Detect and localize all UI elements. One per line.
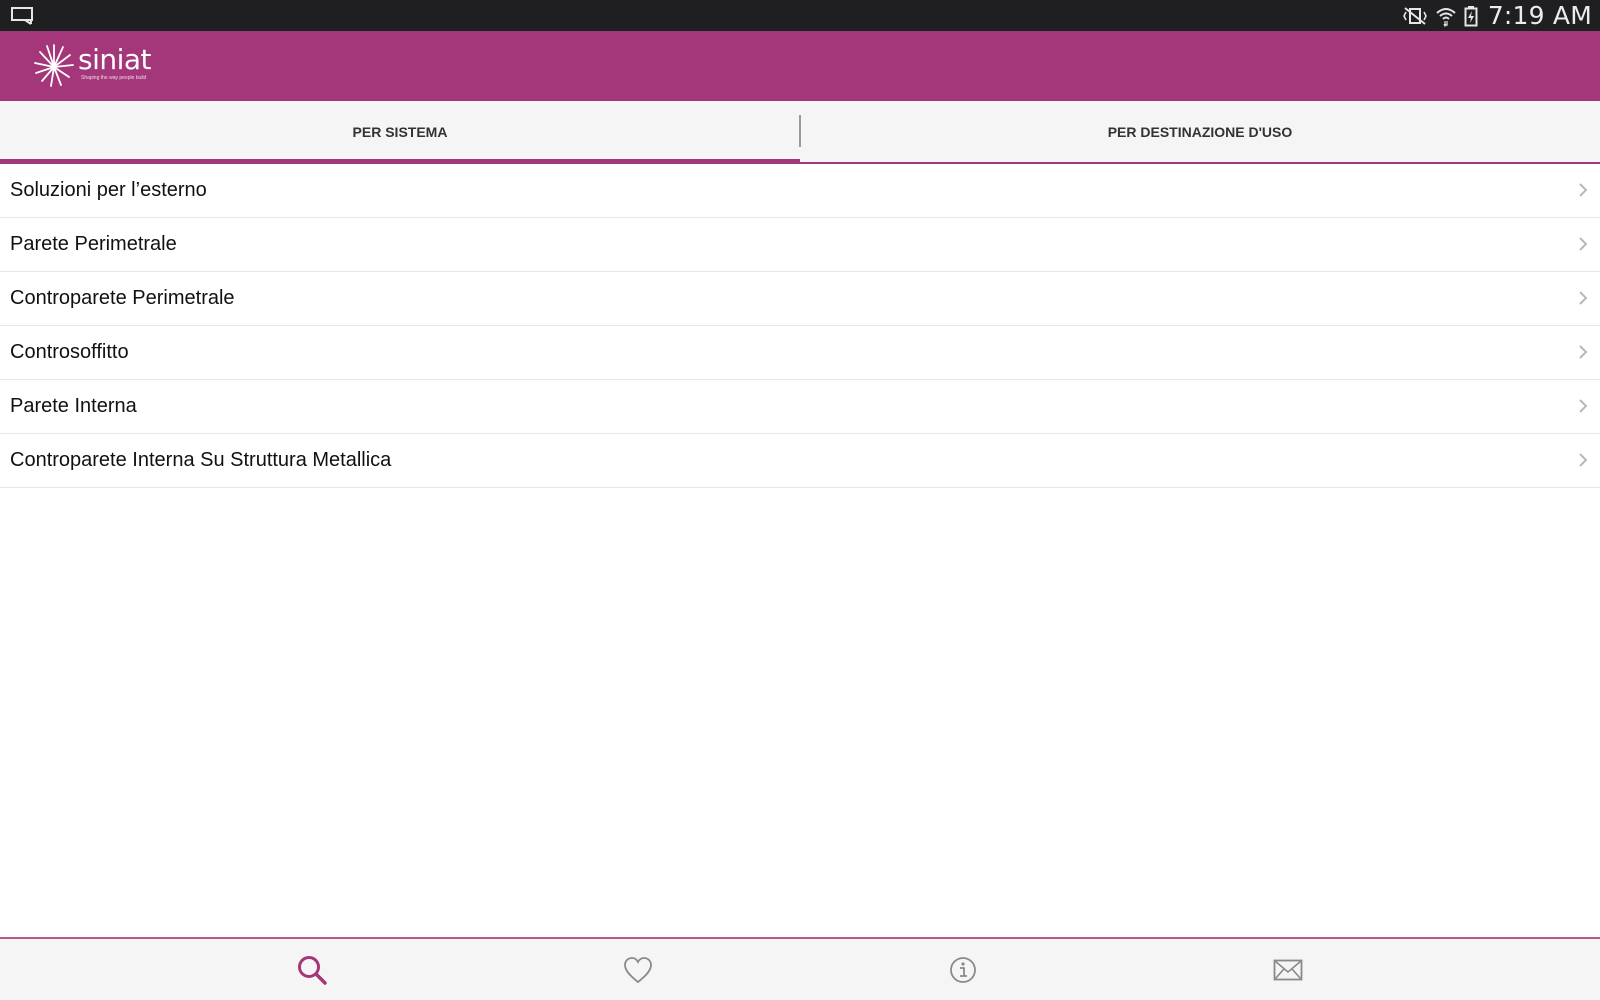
chevron-right-icon bbox=[1579, 183, 1588, 197]
list-item[interactable]: Controsoffitto bbox=[0, 326, 1600, 380]
bottom-nav bbox=[0, 937, 1600, 1000]
tab-per-sistema[interactable]: PER SISTEMA bbox=[0, 101, 800, 162]
chevron-right-icon bbox=[1579, 399, 1588, 413]
list-item-label: Parete Interna bbox=[10, 395, 137, 417]
logo-word: siniat bbox=[78, 43, 152, 76]
tab-per-destinazione-uso[interactable]: PER DESTINAZIONE D'USO bbox=[800, 101, 1600, 162]
tab-bar: PER SISTEMA PER DESTINAZIONE D'USO bbox=[0, 101, 1600, 164]
status-bar: 7:19 AM bbox=[0, 0, 1600, 31]
nav-favorites-button[interactable] bbox=[598, 939, 678, 1000]
battery-charging-icon bbox=[1464, 5, 1478, 26]
chevron-right-icon bbox=[1579, 291, 1588, 305]
list-item-label: Soluzioni per l’esterno bbox=[10, 179, 207, 201]
wifi-icon bbox=[1436, 7, 1456, 27]
logo-tagline: Shaping the way people build bbox=[81, 75, 147, 81]
tab-label: PER DESTINAZIONE D'USO bbox=[1107, 123, 1293, 140]
status-icons: 7:19 AM bbox=[1402, 0, 1592, 31]
list-item[interactable]: Soluzioni per l’esterno bbox=[0, 164, 1600, 218]
chevron-right-icon bbox=[1579, 345, 1588, 359]
nav-mail-button[interactable] bbox=[1248, 939, 1328, 1000]
list-item-label: Controsoffitto bbox=[10, 341, 129, 363]
tab-label: PER SISTEMA bbox=[352, 123, 448, 140]
list-item[interactable]: Controparete Interna Su Struttura Metall… bbox=[0, 434, 1600, 488]
status-time: 7:19 AM bbox=[1487, 1, 1592, 30]
screen: 7:19 AM siniat Shaping the way people bu… bbox=[0, 0, 1600, 1000]
chevron-right-icon bbox=[1579, 237, 1588, 251]
vibrate-off-icon bbox=[1402, 6, 1427, 25]
list-item-label: Controparete Interna Su Struttura Metall… bbox=[10, 449, 392, 471]
category-list: Soluzioni per l’esterno Parete Perimetra… bbox=[0, 164, 1600, 488]
heart-icon bbox=[624, 956, 652, 983]
screen-mirror-icon bbox=[11, 7, 33, 25]
chevron-right-icon bbox=[1579, 453, 1588, 467]
list-item-label: Parete Perimetrale bbox=[10, 233, 177, 255]
logo-burst-icon bbox=[34, 44, 74, 87]
app-bar: siniat Shaping the way people build bbox=[0, 31, 1600, 101]
list-item-label: Controparete Perimetrale bbox=[10, 287, 235, 309]
nav-search-button[interactable] bbox=[272, 939, 352, 1000]
siniat-logo: siniat Shaping the way people build bbox=[34, 43, 152, 89]
info-icon bbox=[950, 956, 976, 983]
list-item[interactable]: Controparete Perimetrale bbox=[0, 272, 1600, 326]
list-item[interactable]: Parete Interna bbox=[0, 380, 1600, 434]
nav-info-button[interactable] bbox=[923, 939, 1003, 1000]
search-icon bbox=[298, 955, 327, 985]
mail-icon bbox=[1273, 959, 1303, 980]
list-item[interactable]: Parete Perimetrale bbox=[0, 218, 1600, 272]
